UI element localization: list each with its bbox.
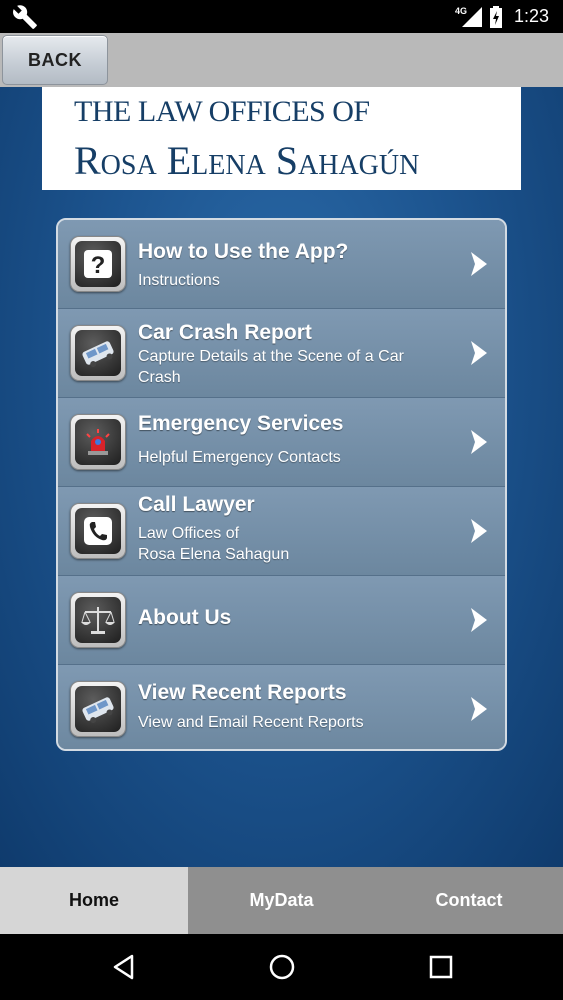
tab-contact[interactable]: Contact: [375, 867, 563, 934]
chevron-right-icon: [471, 608, 487, 632]
menu-panel: ? How to Use the App? Instructions Car C…: [56, 218, 507, 751]
chevron-right-icon: [471, 697, 487, 721]
home-circle-icon[interactable]: [268, 953, 296, 981]
crash-car-icon: [70, 325, 126, 381]
back-button[interactable]: BACK: [2, 35, 108, 85]
menu-item-subtitle-line2: Rosa Elena Sahagun: [138, 546, 290, 563]
tab-bar: Home MyData Contact: [0, 867, 563, 934]
menu-item-subtitle: Capture Details at the Scene of a Car Cr…: [138, 348, 404, 386]
crash-car-icon: [70, 681, 126, 737]
menu-item-title: How to Use the App?: [138, 240, 349, 263]
status-bar: 4G 1:23: [0, 0, 563, 33]
recents-square-icon[interactable]: [427, 953, 455, 981]
question-icon: ?: [70, 236, 126, 292]
logo-line2: Rosa Elena Sahagún: [74, 138, 420, 183]
menu-item-about-us[interactable]: About Us: [58, 576, 505, 665]
siren-icon: [70, 414, 126, 470]
logo-line1: THE LAW OFFICES OF: [74, 95, 370, 128]
menu-item-car-crash-report[interactable]: Car Crash Report Capture Details at the …: [58, 309, 505, 398]
menu-item-title: Car Crash Report: [138, 321, 312, 344]
clock: 1:23: [514, 6, 550, 26]
wrench-icon: [13, 5, 37, 29]
navigation-bar: [0, 934, 563, 1000]
logo-banner: THE LAW OFFICES OF Rosa Elena Sahagún: [42, 87, 521, 190]
menu-item-view-recent-reports[interactable]: View Recent Reports View and Email Recen…: [58, 665, 505, 749]
signal-icon: [462, 7, 482, 27]
menu-item-subtitle: View and Email Recent Reports: [138, 714, 364, 731]
menu-item-emergency-services[interactable]: Emergency Services Helpful Emergency Con…: [58, 398, 505, 487]
back-triangle-icon[interactable]: [110, 953, 138, 981]
chevron-right-icon: [471, 341, 487, 365]
chevron-right-icon: [471, 430, 487, 454]
chevron-right-icon: [471, 519, 487, 543]
tab-mydata[interactable]: MyData: [188, 867, 375, 934]
battery-icon: [490, 6, 502, 28]
tab-home[interactable]: Home: [0, 867, 188, 934]
menu-item-title: View Recent Reports: [138, 681, 347, 704]
menu-item-subtitle-line1: Law Offices of: [138, 525, 240, 542]
chevron-right-icon: [471, 252, 487, 276]
menu-item-title: About Us: [138, 606, 232, 629]
scales-icon: [70, 592, 126, 648]
top-bar: BACK: [0, 33, 563, 87]
menu-item-call-lawyer[interactable]: Call Lawyer Law Offices of Rosa Elena Sa…: [58, 487, 505, 576]
svg-text:?: ?: [91, 252, 106, 279]
menu-item-subtitle: Instructions: [138, 272, 220, 289]
menu-item-title: Call Lawyer: [138, 493, 255, 516]
menu-item-title: Emergency Services: [138, 412, 344, 435]
menu-item-how-to-use[interactable]: ? How to Use the App? Instructions: [58, 220, 505, 309]
phone-icon: [70, 503, 126, 559]
menu-item-subtitle: Helpful Emergency Contacts: [138, 449, 341, 466]
main-content: THE LAW OFFICES OF Rosa Elena Sahagún ? …: [0, 87, 563, 867]
